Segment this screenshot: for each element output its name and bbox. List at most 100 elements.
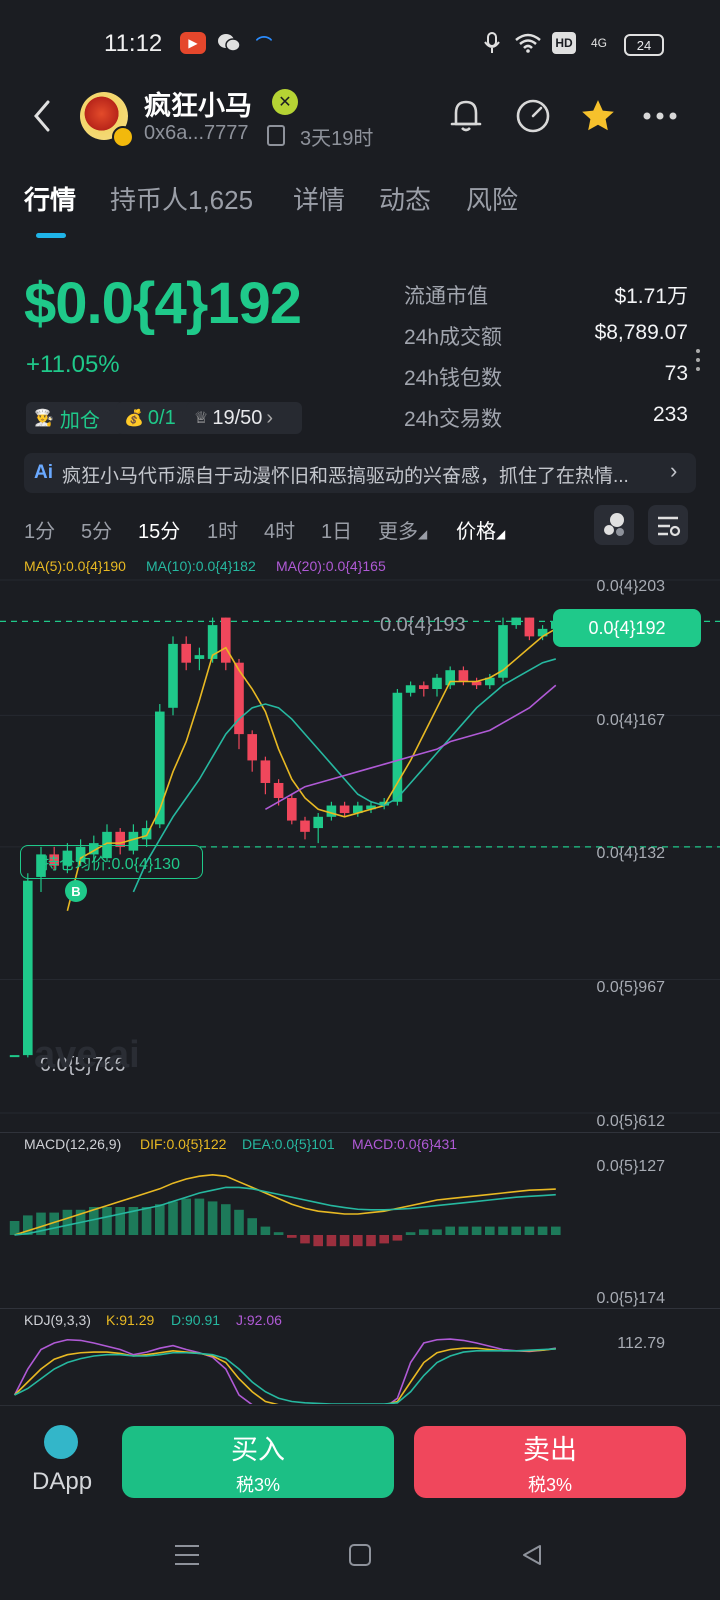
kdj-d-line — [14, 1348, 556, 1404]
tab-market[interactable]: 行情 — [24, 180, 76, 217]
rank-chip[interactable]: ♕ 19/50 › — [186, 402, 302, 434]
macd-bar — [141, 1207, 152, 1235]
ai-icon: Ai — [34, 462, 53, 483]
verified-icon: ✕ — [272, 89, 298, 115]
candle — [313, 816, 323, 829]
tab-risk[interactable]: 风险 — [466, 180, 518, 217]
money-bag-value: 0/1 — [147, 406, 176, 429]
macd-bar — [339, 1235, 350, 1247]
tab-activity[interactable]: 动态 — [379, 180, 431, 217]
add-position-chip[interactable]: 👨‍🍳 加仓 — [26, 402, 124, 434]
home-icon[interactable] — [348, 1543, 372, 1572]
stat-label: 24h成交额 — [404, 326, 503, 349]
tab-details[interactable]: 详情 — [293, 180, 345, 217]
chart-settings-button[interactable] — [648, 505, 688, 545]
candle — [458, 670, 469, 682]
candle — [524, 617, 535, 637]
divider — [0, 1132, 720, 1133]
dapp-label[interactable]: DApp — [32, 1468, 92, 1496]
more-vertical-icon[interactable] — [695, 348, 700, 377]
macd-bar — [392, 1235, 403, 1241]
bell-icon[interactable] — [446, 96, 486, 136]
kdj-axis-label: 112.79 — [617, 1335, 665, 1352]
money-bag-chip[interactable]: 💰 0/1 — [116, 402, 196, 434]
add-position-label: 加仓 — [59, 409, 100, 432]
candle — [287, 798, 297, 821]
price-axis-label: 0.0{5}967 — [596, 979, 665, 996]
money-bag-icon: 💰 — [124, 410, 144, 427]
dropdown-triangle-icon: ◢ — [496, 527, 506, 541]
price-axis-label: 0.0{4}132 — [596, 845, 665, 862]
price-mode-select[interactable]: 价格◢ — [456, 515, 505, 544]
macd-axis-label: 0.0{5}127 — [596, 1158, 665, 1175]
price-axis-label: 0.0{5}612 — [596, 1113, 665, 1130]
sell-button[interactable]: 卖出 税3% — [414, 1426, 686, 1498]
tab-holders[interactable]: 持币人1,625 — [110, 180, 253, 217]
bubbles-icon — [604, 513, 624, 536]
macd-bar — [194, 1198, 205, 1235]
contract-address: 0x6a...7777 — [144, 122, 249, 144]
status-time: 11:12 — [104, 30, 163, 57]
timeframe-15m[interactable]: 15分 — [138, 515, 180, 544]
signal-indicator: 4G — [590, 36, 607, 50]
dapp-rabbit-icon[interactable] — [44, 1425, 78, 1459]
timeframe-5m[interactable]: 5分 — [81, 515, 112, 544]
back-nav-icon[interactable] — [520, 1543, 544, 1572]
wifi-icon — [514, 32, 542, 54]
macd-bar — [353, 1235, 363, 1247]
crown-icon: ♕ — [194, 410, 209, 427]
candle — [326, 805, 337, 817]
chain-badge-icon — [112, 126, 134, 148]
back-button[interactable] — [28, 96, 58, 136]
divider — [0, 1308, 720, 1309]
more-menu-icon[interactable] — [640, 96, 680, 136]
macd-bar — [485, 1226, 495, 1235]
macd-bar — [537, 1226, 548, 1235]
macd-bar — [168, 1201, 178, 1235]
timeframe-1d[interactable]: 1日 — [321, 515, 352, 544]
system-nav-bar — [0, 1525, 720, 1600]
stat-value: $8,789.07 — [594, 321, 688, 344]
timeframe-more[interactable]: 更多◢ — [378, 515, 427, 544]
ai-summary-text: 疯狂小马代币源自于动漫怀旧和恶搞驱动的兴奋感，抓住了在热情... — [62, 466, 629, 487]
macd-bar — [62, 1209, 73, 1235]
price-axis-label: 0.0{4}167 — [596, 712, 665, 729]
buy-label: 买入 — [231, 1434, 285, 1465]
copy-icon[interactable] — [267, 125, 285, 146]
wechat-icon — [216, 32, 242, 54]
macd-bar — [273, 1232, 284, 1235]
menu-icon[interactable] — [174, 1543, 200, 1572]
macd-bar — [102, 1207, 112, 1235]
stat-label: 24h钱包数 — [404, 367, 503, 390]
timeframe-1h[interactable]: 1时 — [207, 515, 238, 544]
current-price: $0.0{4}192 — [24, 271, 302, 336]
macd-bar — [511, 1226, 521, 1235]
battery-indicator: 24 — [624, 34, 664, 56]
indicator-toggle-button[interactable] — [594, 505, 634, 545]
buy-button[interactable]: 买入 税3% — [122, 1426, 394, 1498]
macd-bar — [458, 1226, 469, 1235]
timeframe-1m[interactable]: 1分 — [24, 515, 55, 544]
candle — [247, 734, 257, 761]
chevron-right-icon: › — [670, 458, 678, 483]
hd-badge: HD — [552, 32, 576, 54]
macd-bar — [155, 1204, 165, 1235]
macd-bar — [247, 1218, 257, 1235]
tab-bar: 行情 持币人1,625 详情 动态 风险 — [0, 180, 720, 240]
candle — [432, 677, 442, 690]
timeframe-4h[interactable]: 4时 — [264, 515, 295, 544]
app-notif-icon: ⌒ — [255, 37, 272, 54]
price-change: +11.05% — [26, 351, 120, 378]
stat-value: 233 — [652, 403, 688, 426]
buy-marker[interactable]: B — [65, 880, 87, 902]
sell-label: 卖出 — [523, 1434, 577, 1465]
macd-bar — [181, 1198, 191, 1235]
mic-icon — [482, 32, 502, 54]
candle — [392, 692, 403, 802]
current-price-tag: 0.0{4}192 — [553, 609, 701, 647]
candle — [23, 880, 33, 1056]
stat-label: 24h交易数 — [404, 408, 503, 431]
gauge-icon[interactable] — [513, 96, 553, 136]
favorite-star-icon[interactable] — [578, 96, 618, 136]
chevron-right-icon: › — [266, 406, 274, 429]
